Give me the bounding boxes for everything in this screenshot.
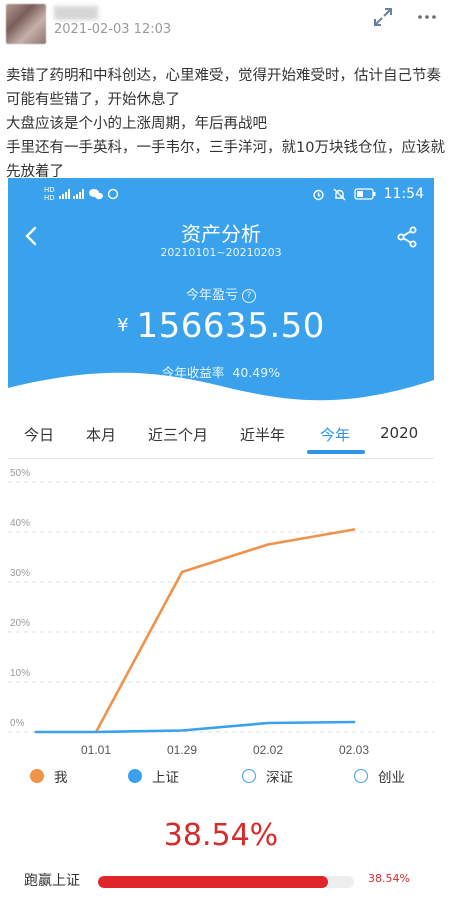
tab-month[interactable]: 本月 — [86, 424, 116, 445]
post-line: 大盘应该是个小的上涨周期，年后再战吧 — [6, 116, 267, 132]
amount-value: 156635.50 — [136, 306, 325, 346]
legend-item-me[interactable]: 我 — [30, 766, 68, 786]
tab-2020[interactable]: 2020 — [380, 424, 418, 442]
network-label: HD — [44, 186, 55, 194]
beat-label: 跑赢上证 — [24, 873, 80, 889]
y-tick-label: 0% — [10, 718, 25, 729]
status-left: HD HD — [44, 186, 119, 202]
currency-symbol: ¥ — [117, 315, 129, 336]
legend-label: 上证 — [152, 770, 179, 786]
x-tick-label: 02.02 — [253, 743, 283, 757]
x-tick-label: 01.29 — [167, 743, 197, 757]
tab-today[interactable]: 今日 — [24, 424, 54, 445]
share-icon[interactable] — [396, 226, 418, 248]
post-header: 2021-02-03 12:03 — [0, 0, 455, 60]
return-chart: 0% 10% 20% 30% 40% 50% 01.01 01.29 02.02 02.03 — [8, 468, 434, 757]
mute-icon — [333, 188, 346, 200]
active-tab-indicator — [307, 450, 365, 454]
profit-label: 今年盈亏? — [8, 284, 434, 303]
rate-label: 今年收益率 — [161, 365, 225, 380]
status-time: 11:54 — [383, 186, 424, 202]
post-timestamp: 2021-02-03 12:03 — [54, 22, 172, 37]
legend-dot-me — [30, 769, 44, 783]
post-text: 卖错了药明和中科创达，心里难受，觉得开始难受时，估计自己节奏可能有些错了，开始休… — [6, 64, 446, 184]
notification-icon — [107, 188, 118, 200]
x-tick-label: 01.01 — [81, 743, 111, 757]
y-tick-label: 20% — [10, 618, 30, 629]
post-line: 手里还有一手英科，一手韦尔，三手洋河，就10万块钱仓位，应该就先放着了 — [6, 140, 445, 180]
network-labels: HD HD — [44, 186, 55, 202]
page-title: 资产分析 — [181, 222, 261, 246]
more-icon[interactable] — [416, 6, 438, 28]
series-line-me — [94, 528, 356, 734]
alarm-icon — [312, 189, 324, 200]
legend-label: 深证 — [266, 770, 293, 786]
profit-label-text: 今年盈亏 — [185, 288, 238, 303]
y-tick-label: 50% — [10, 468, 30, 479]
divider — [8, 458, 434, 459]
date-range: 20210101~20210203 — [160, 246, 282, 259]
tab-this-year[interactable]: 今年 — [320, 424, 350, 445]
legend-dot-sz — [242, 769, 256, 783]
beat-row: 跑赢上证 38.54% — [8, 866, 434, 894]
username-blurred[interactable] — [54, 6, 98, 20]
tab-three-months[interactable]: 近三个月 — [148, 424, 208, 445]
legend-dot-sh — [128, 769, 142, 783]
legend-item-cy[interactable]: 创业 — [354, 766, 405, 786]
x-tick-label: 02.03 — [339, 743, 369, 757]
y-tick-label: 10% — [10, 668, 30, 679]
chart-legend: 我 上证 深证 创业 — [8, 766, 434, 796]
help-icon[interactable]: ? — [242, 288, 256, 303]
avatar[interactable] — [6, 4, 46, 44]
network-label: HD — [44, 194, 55, 202]
status-bar: HD HD 11:54 — [8, 178, 434, 212]
profit-amount: ¥156635.50 — [8, 306, 434, 346]
status-right: 11:54 — [312, 186, 424, 202]
legend-dot-cy — [354, 769, 368, 783]
rate-value: 40.49% — [232, 365, 281, 380]
y-tick-label: 30% — [10, 568, 30, 579]
tab-half-year[interactable]: 近半年 — [240, 424, 285, 445]
return-rate: 今年收益率 40.49% — [8, 362, 434, 381]
legend-item-sh[interactable]: 上证 — [128, 766, 179, 786]
beat-progress-fill — [98, 876, 329, 888]
legend-label: 创业 — [378, 770, 405, 786]
period-tabs: 今日 本月 近三个月 近半年 今年 2020 — [8, 416, 434, 456]
wechat-icon — [88, 189, 103, 200]
y-tick-label: 40% — [10, 518, 30, 529]
expand-icon[interactable] — [372, 6, 394, 28]
beat-progress-bar — [98, 876, 354, 888]
series-line-sh — [34, 720, 356, 734]
battery-icon — [353, 188, 376, 200]
signal-icon — [58, 189, 84, 199]
phone-screenshot[interactable]: HD HD 11:54 资产分析 20210101~20210203 今年盈亏 … — [8, 178, 434, 900]
beat-percentage: 38.54% — [163, 818, 279, 853]
beat-percentage-small: 38.54% — [368, 872, 410, 885]
legend-item-sz[interactable]: 深证 — [242, 766, 293, 786]
post-line: 卖错了药明和中科创达，心里难受，觉得开始难受时，估计自己节奏可能有些错了，开始休… — [6, 68, 441, 108]
legend-label: 我 — [54, 770, 68, 786]
